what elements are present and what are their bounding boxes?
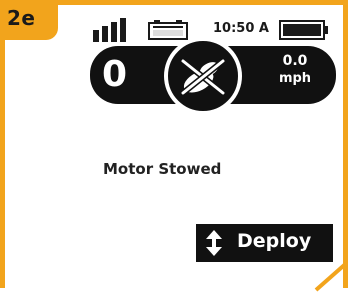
signal-bars-icon: [93, 18, 126, 42]
battery-icon: [148, 20, 188, 40]
corner-accent: [314, 259, 348, 292]
battery-full-icon: [279, 20, 328, 40]
speed-readout: 0.0 mph: [264, 52, 326, 87]
speed-unit: mph: [278, 71, 312, 86]
time-display: 10:50 A: [213, 21, 269, 36]
up-down-arrows-icon: [206, 230, 222, 256]
motor-status-text: Motor Stowed: [103, 160, 222, 178]
motor-stowed-icon: [180, 58, 226, 96]
motor-status-circle: [164, 37, 242, 115]
hud-left-value: 0: [102, 54, 128, 95]
speed-value: 0.0: [282, 53, 308, 69]
deploy-label: Deploy: [237, 230, 312, 252]
